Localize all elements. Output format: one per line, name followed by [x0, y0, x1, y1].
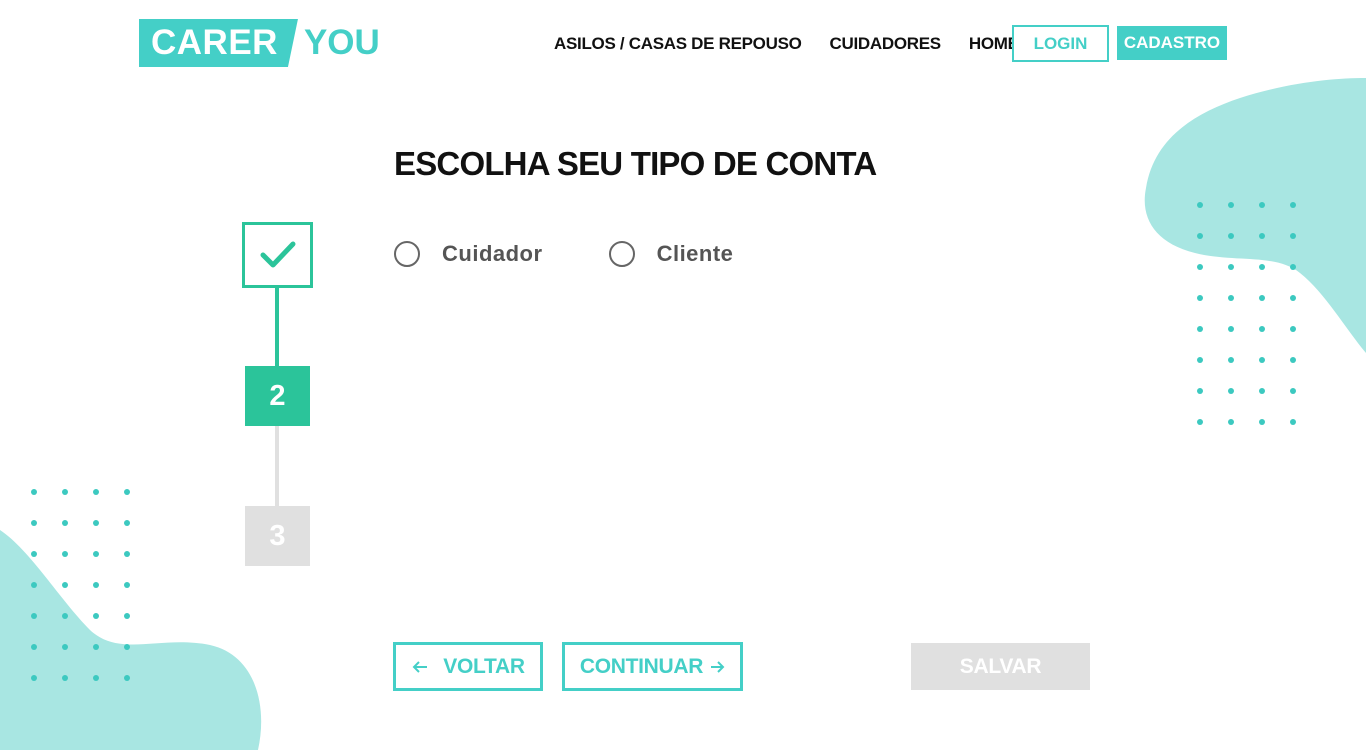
back-label: VOLTAR: [443, 654, 525, 678]
decorative-dots-left: [31, 489, 130, 681]
radio-label-cliente: Cliente: [656, 241, 734, 266]
back-button[interactable]: VOLTAR: [393, 642, 543, 691]
arrow-left-icon: [412, 660, 428, 673]
account-type-options: Cuidador Cliente: [394, 241, 733, 267]
radio-circle[interactable]: [394, 241, 420, 267]
logo-text-you: YOU: [303, 23, 380, 62]
arrow-right-icon: [711, 660, 725, 673]
step-1-completed: [242, 222, 313, 288]
continue-label: CONTINUAR: [579, 654, 704, 678]
carer-you-logo[interactable]: CARER YOU: [139, 19, 380, 67]
save-button[interactable]: SALVAR: [911, 643, 1090, 690]
logo-tail: [287, 19, 298, 67]
radio-circle[interactable]: [608, 241, 635, 267]
step-3-inactive: 3: [245, 506, 310, 566]
site-header: CARER YOU ASILOS / CASAS DE REPOUSO CUID…: [0, 0, 1366, 88]
continue-button[interactable]: CONTINUAR: [562, 642, 743, 691]
step-2-active: 2: [245, 366, 310, 426]
radio-cliente[interactable]: Cliente: [608, 241, 734, 267]
decorative-dots-right: [1197, 202, 1296, 425]
login-button[interactable]: LOGIN: [1012, 25, 1109, 62]
page-title: ESCOLHA SEU TIPO DE CONTA: [394, 145, 877, 182]
signup-button[interactable]: CADASTRO: [1117, 26, 1227, 60]
check-icon: [260, 241, 295, 268]
logo-text-carer: CARER: [139, 19, 288, 67]
step-connector-1: [275, 288, 279, 366]
nav-item-cuidadores[interactable]: CUIDADORES: [830, 34, 942, 54]
main-nav: ASILOS / CASAS DE REPOUSO CUIDADORES HOM…: [554, 26, 1047, 61]
nav-item-asilos[interactable]: ASILOS / CASAS DE REPOUSO: [554, 34, 802, 54]
radio-cuidador[interactable]: Cuidador: [394, 241, 543, 267]
step-connector-2: [275, 426, 279, 506]
radio-label-cuidador: Cuidador: [442, 241, 543, 266]
